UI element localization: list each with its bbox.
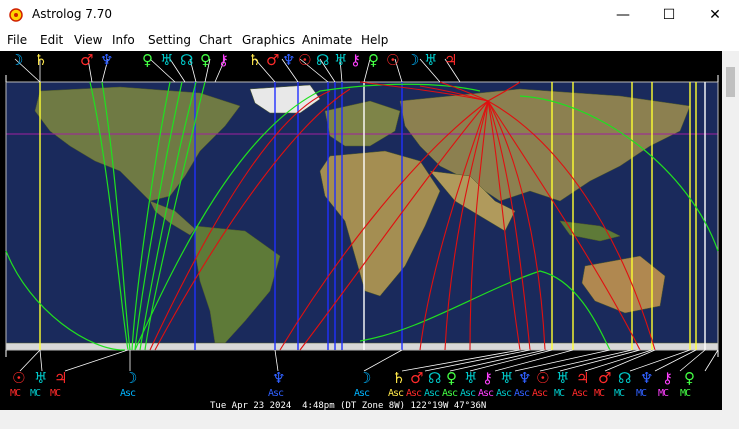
glyph-bottom: ♀ [446, 369, 457, 387]
menu-bar: File Edit View Info Setting Chart Graphi… [0, 30, 739, 51]
glyph-bottom: ♅ [464, 369, 478, 387]
glyph-bottom: ☊ [428, 369, 442, 387]
line-label: Asc [514, 388, 530, 399]
glyph-bottom: ♅ [556, 369, 570, 387]
glyph-top: ♅ [334, 51, 348, 69]
line-label: MC [554, 388, 565, 399]
glyph-bottom: ♆ [272, 369, 286, 387]
glyph-top: ♃ [444, 51, 458, 69]
glyph-top: ♆ [100, 51, 114, 69]
astrolog-app-icon [9, 8, 23, 22]
glyph-bottom: ☉ [12, 369, 26, 387]
glyph-top: ☉ [386, 51, 400, 69]
glyph-top: ⚷ [218, 51, 229, 69]
glyph-bottom: ♆ [640, 369, 654, 387]
minimize-button[interactable]: — [600, 0, 646, 30]
glyph-bottom: ♃ [576, 369, 590, 387]
line-label: MC [594, 388, 605, 399]
glyph-bottom: ♂ [598, 369, 612, 387]
maximize-button[interactable]: ☐ [646, 0, 692, 30]
glyph-top: ♀ [368, 51, 379, 69]
glyph-top: ☊ [316, 51, 330, 69]
menu-setting[interactable]: Setting [148, 33, 191, 47]
line-label: Asc [478, 388, 494, 399]
glyph-top: ♄ [248, 51, 262, 69]
menu-animate[interactable]: Animate [302, 33, 352, 47]
line-label: Asc [460, 388, 476, 399]
glyph-bottom: ♃ [54, 369, 68, 387]
window-title: Astrolog 7.70 [32, 7, 113, 21]
menu-info[interactable]: Info [112, 33, 135, 47]
glyph-bottom: ⚷ [482, 369, 493, 387]
glyph-bottom: ☊ [618, 369, 632, 387]
glyph-top: ♅ [424, 51, 438, 69]
glyph-top: ♅ [160, 51, 174, 69]
menu-graphics[interactable]: Graphics [242, 33, 295, 47]
glyph-bottom: ☽ [124, 369, 138, 387]
glyph-top: ☽ [406, 51, 420, 69]
menu-help[interactable]: Help [361, 33, 388, 47]
line-label: Asc [532, 388, 548, 399]
title-bar: Astrolog 7.70 — ☐ ✕ [0, 0, 739, 30]
line-label: MC [30, 388, 41, 399]
glyph-bottom: ♆ [518, 369, 532, 387]
glyph-top: ☉ [298, 51, 312, 69]
glyph-bottom: ♂ [410, 369, 424, 387]
glyph-bottom: ♅ [34, 369, 48, 387]
glyph-bottom: ⚷ [662, 369, 673, 387]
glyph-top: ⚷ [350, 51, 361, 69]
line-label: MC [636, 388, 647, 399]
menu-view[interactable]: View [74, 33, 102, 47]
line-label: Asc [406, 388, 422, 399]
scrollbar-thumb[interactable] [726, 67, 735, 97]
menu-edit[interactable]: Edit [40, 33, 63, 47]
menu-chart[interactable]: Chart [199, 33, 232, 47]
glyph-top: ♆ [282, 51, 296, 69]
glyph-bottom: ♅ [500, 369, 514, 387]
line-label: MC [658, 388, 669, 399]
vertical-scrollbar[interactable] [722, 51, 739, 410]
status-bar [0, 410, 739, 429]
glyph-top: ♂ [266, 51, 280, 69]
glyph-bottom: ☉ [536, 369, 550, 387]
line-label: Asc [120, 388, 136, 399]
glyph-top: ☽ [10, 51, 24, 69]
glyph-bottom: ♀ [684, 369, 695, 387]
line-label: Asc [496, 388, 512, 399]
line-label: Asc [424, 388, 440, 399]
line-label: MC [680, 388, 691, 399]
world-map [5, 58, 719, 372]
line-label: MC [614, 388, 625, 399]
glyph-top: ☊ [180, 51, 194, 69]
line-label: Asc [354, 388, 370, 399]
menu-file[interactable]: File [7, 33, 27, 47]
glyph-top: ♀ [142, 51, 153, 69]
line-label: Asc [268, 388, 284, 399]
glyph-bottom: ☽ [358, 369, 372, 387]
line-label: Asc [572, 388, 588, 399]
glyph-bottom: ♄ [392, 369, 406, 387]
close-button[interactable]: ✕ [692, 0, 738, 30]
astro-map-canvas[interactable]: ☽ ♄ ♂ ♆ ♀ ♅ ☊ ♀ ⚷ ♄ ♂ ♆ ☉ ☊ ♅ ⚷ ♀ ☉ ☽ ♅ … [0, 51, 722, 410]
line-label: Asc [388, 388, 404, 399]
line-label: Asc [442, 388, 458, 399]
chart-info-line: Tue Apr 23 2024 4:48pm (DT Zone 8W) 122°… [210, 401, 487, 410]
glyph-top: ♀ [200, 51, 211, 69]
line-label: MC [10, 388, 21, 399]
glyph-top: ♄ [34, 51, 48, 69]
glyph-top: ♂ [80, 51, 94, 69]
line-label: MC [50, 388, 61, 399]
